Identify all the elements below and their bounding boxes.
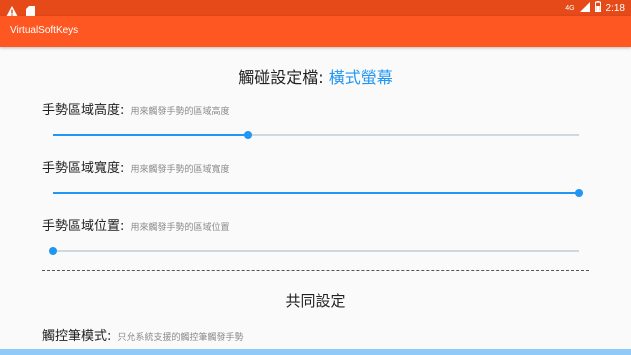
gesture-height-label: 手勢區域高度: 用來觸發手勢的區域高度: [42, 99, 230, 118]
battery-icon: [594, 1, 601, 15]
gesture-width-slider[interactable]: [53, 186, 583, 200]
gesture-width-label: 手勢區域寬度: 用來觸發手勢的區域寬度: [42, 157, 230, 176]
signal-icon: [579, 1, 590, 15]
touch-profile-heading: 觸碰設定檔: 橫式螢幕: [0, 64, 631, 88]
gesture-position-description: 用來觸發手勢的區域位置: [130, 223, 230, 233]
stylus-mode-label[interactable]: 觸控筆模式: 只允系統支援的觸控筆觸發手勢: [42, 325, 244, 344]
section-divider: [42, 270, 589, 271]
bottom-bar: [0, 349, 631, 355]
gesture-position-slider[interactable]: [49, 244, 579, 258]
slider-thumb[interactable]: [243, 131, 252, 139]
common-settings-title: 共同設定: [285, 292, 346, 310]
slider-fill: [53, 192, 579, 194]
gesture-position-title: 手勢區域位置:: [42, 219, 125, 234]
gesture-height-slider[interactable]: [53, 128, 579, 142]
gesture-height-description: 用來觸發手勢的區域高度: [130, 107, 230, 117]
stylus-mode-description: 只允系統支援的觸控筆觸發手勢: [117, 333, 244, 343]
gesture-width-title: 手勢區域寬度:: [42, 161, 125, 176]
touch-profile-orientation[interactable]: 橫式螢幕: [329, 68, 393, 87]
status-time: 2:18: [605, 2, 625, 14]
app-bar: VirtualSoftKeys: [0, 16, 631, 47]
slider-thumb[interactable]: [575, 189, 583, 197]
gesture-height-title: 手勢區域高度:: [42, 103, 125, 118]
app-title: VirtualSoftKeys: [10, 25, 79, 36]
status-bar: 4G 2:18: [0, 0, 631, 17]
slider-fill: [53, 134, 248, 136]
slider-thumb[interactable]: [49, 247, 57, 255]
gesture-position-label: 手勢區域位置: 用來觸發手勢的區域位置: [42, 215, 230, 234]
network-type-label: 4G: [565, 4, 575, 12]
touch-profile-title: 觸碰設定檔:: [238, 68, 329, 87]
slider-track: [53, 250, 579, 252]
stylus-mode-title: 觸控筆模式:: [42, 329, 112, 344]
gesture-width-description: 用來觸發手勢的區域寬度: [130, 165, 230, 175]
